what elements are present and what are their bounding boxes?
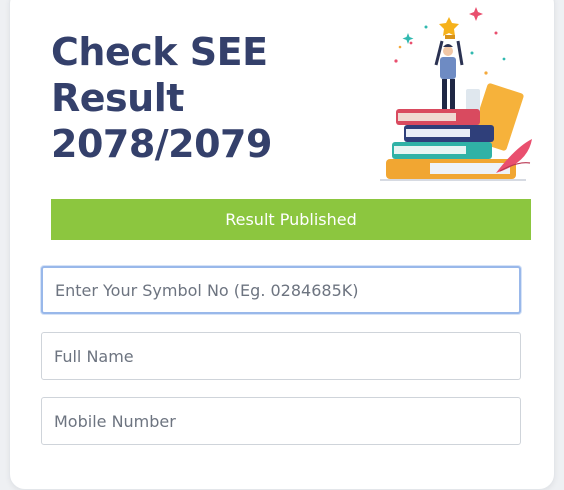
full-name-input[interactable] xyxy=(41,332,521,380)
result-published-banner: Result Published xyxy=(51,199,531,240)
trophy-books-illustration-icon xyxy=(380,7,532,181)
title-line-3: 2078/2079 xyxy=(51,122,272,166)
page-title: Check SEE Result 2078/2079 xyxy=(51,29,272,167)
symbol-number-input[interactable] xyxy=(41,266,521,314)
mobile-number-input[interactable] xyxy=(41,397,521,445)
title-line-1: Check SEE xyxy=(51,30,268,74)
result-published-label: Result Published xyxy=(225,210,357,229)
title-line-2: Result xyxy=(51,76,184,120)
